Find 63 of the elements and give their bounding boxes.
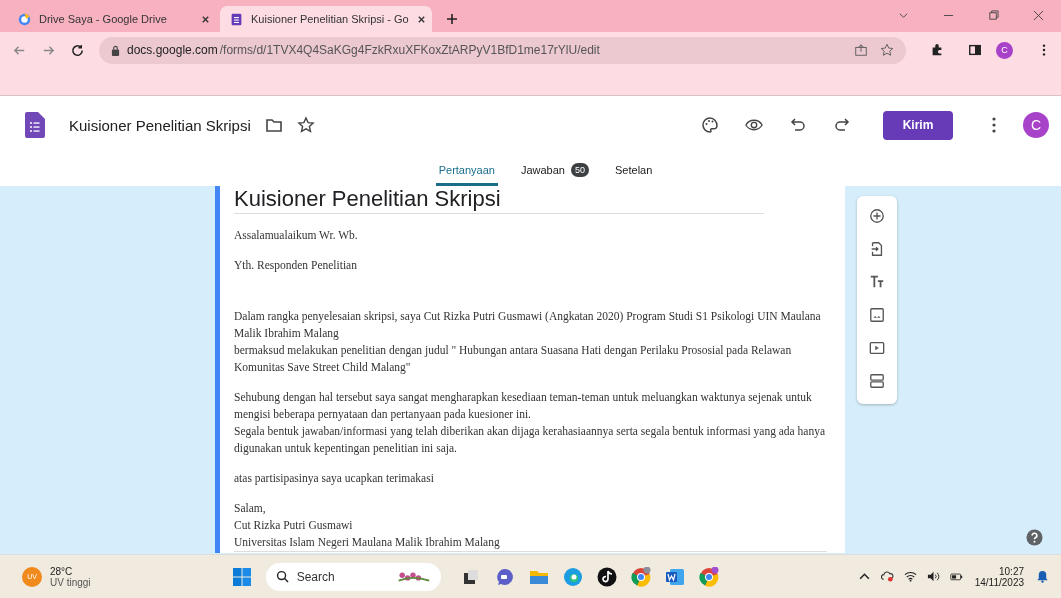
- chrome-icon[interactable]: [630, 566, 651, 587]
- browser-tab[interactable]: Kuisioner Penelitian Skripsi - Go: [220, 6, 432, 32]
- title-text-icon[interactable]: [869, 274, 885, 290]
- undo-icon[interactable]: [789, 116, 807, 134]
- temperature-text: 28°C: [50, 565, 74, 577]
- image-icon[interactable]: [869, 307, 885, 323]
- close-icon[interactable]: [1033, 10, 1044, 21]
- cloud-icon[interactable]: [880, 570, 894, 583]
- windows-start-icon[interactable]: [231, 566, 252, 587]
- chat-icon[interactable]: [494, 566, 515, 587]
- forms-icon[interactable]: [25, 112, 45, 138]
- video-icon[interactable]: [869, 340, 885, 356]
- palette-icon[interactable]: [701, 116, 719, 134]
- form-tab[interactable]: Setelan: [612, 154, 656, 186]
- taskbar-search-field[interactable]: Search: [265, 562, 441, 591]
- word-icon[interactable]: [664, 566, 685, 587]
- form-title: Kuisioner Penelitian Skripsi: [234, 186, 502, 212]
- account-avatar[interactable]: C: [1023, 112, 1049, 138]
- description-text: Sehubung dengan hal tersebut saya sangat mengharapkan kesediaan teman-teman untuk meluangkan waktunya sejenak untuk mengisi beberapa pernyataan dan pertanyaan pada kuesioner ini.: [234, 390, 813, 423]
- form-tab[interactable]: Jawaban 50: [517, 154, 592, 186]
- description-text: Yth. Responden Penelitian: [234, 258, 358, 274]
- drive-icon: [18, 12, 31, 26]
- music-note-icon[interactable]: [596, 566, 617, 587]
- star-icon[interactable]: [296, 116, 315, 134]
- help-icon[interactable]: [1026, 529, 1043, 546]
- weather-condition-text: UV tinggi: [50, 576, 91, 588]
- import-icon[interactable]: [869, 241, 885, 257]
- description-text: Segala bentuk jawaban/informasi yang telah diberikan akan dijaga kerahasiaannya serta segala bentuk informasi yang ada hanya digunakan untuk kepentingan penelitian ini saja.: [234, 424, 827, 457]
- speaker-icon[interactable]: [926, 570, 940, 583]
- profile-avatar[interactable]: C: [996, 41, 1013, 59]
- address-field[interactable]: docs.google.com /forms/d/1TVX4Q4SaKGg4FzkRxuXFKoxZtARPyV1BfD1me17rYlU/edit: [99, 36, 906, 64]
- forms-icon: [230, 12, 243, 26]
- description-text: Salam,: [234, 501, 267, 516]
- redo-icon[interactable]: [833, 116, 851, 134]
- lock-icon: [111, 44, 120, 56]
- battery-icon[interactable]: [949, 570, 963, 583]
- wifi-icon[interactable]: [903, 570, 917, 583]
- restore-icon[interactable]: [988, 10, 999, 21]
- description-text: Universitas Islam Negeri Maulana Malik Ibrahim Malang: [234, 535, 501, 551]
- search-icon: [275, 570, 289, 583]
- puzzle-icon[interactable]: [930, 43, 944, 57]
- chrome-icon[interactable]: [698, 566, 719, 587]
- folder-icon[interactable]: [264, 116, 283, 134]
- tab-search-icon[interactable]: [898, 10, 909, 21]
- description-text: atas partisipasinya saya ucapkan terimakasi: [234, 471, 435, 487]
- browser-tab[interactable]: Drive Saya - Google Drive: [8, 6, 220, 32]
- section-icon[interactable]: [869, 373, 885, 389]
- share-icon[interactable]: [854, 43, 868, 57]
- description-text: Cut Rizka Putri Gusmawi: [234, 518, 354, 533]
- close-icon[interactable]: [416, 14, 426, 24]
- reload-icon[interactable]: [70, 42, 85, 58]
- close-icon[interactable]: [201, 14, 210, 24]
- clock[interactable]: 10:27 14/11/2023: [974, 565, 1024, 588]
- document-title[interactable]: Kuisioner Penelitian Skripsi: [69, 116, 251, 134]
- description-text: bermaksud melakukan penelitian dengan judul " Hubungan antara Suasana Hati dengan Perilaku Prososial pada Relawan Komunitas Save Street Child Malang": [234, 343, 793, 376]
- sidebar-icon[interactable]: [968, 43, 982, 57]
- new-tab-icon[interactable]: [446, 13, 458, 25]
- notification-bell-icon[interactable]: [1036, 570, 1049, 583]
- add-question-icon[interactable]: [869, 208, 885, 224]
- description-text: Assalamualaikum Wr. Wb.: [234, 228, 359, 243]
- send-button[interactable]: Kirim: [883, 110, 953, 140]
- star-icon[interactable]: [880, 43, 894, 57]
- edge-browser-icon[interactable]: [562, 566, 583, 587]
